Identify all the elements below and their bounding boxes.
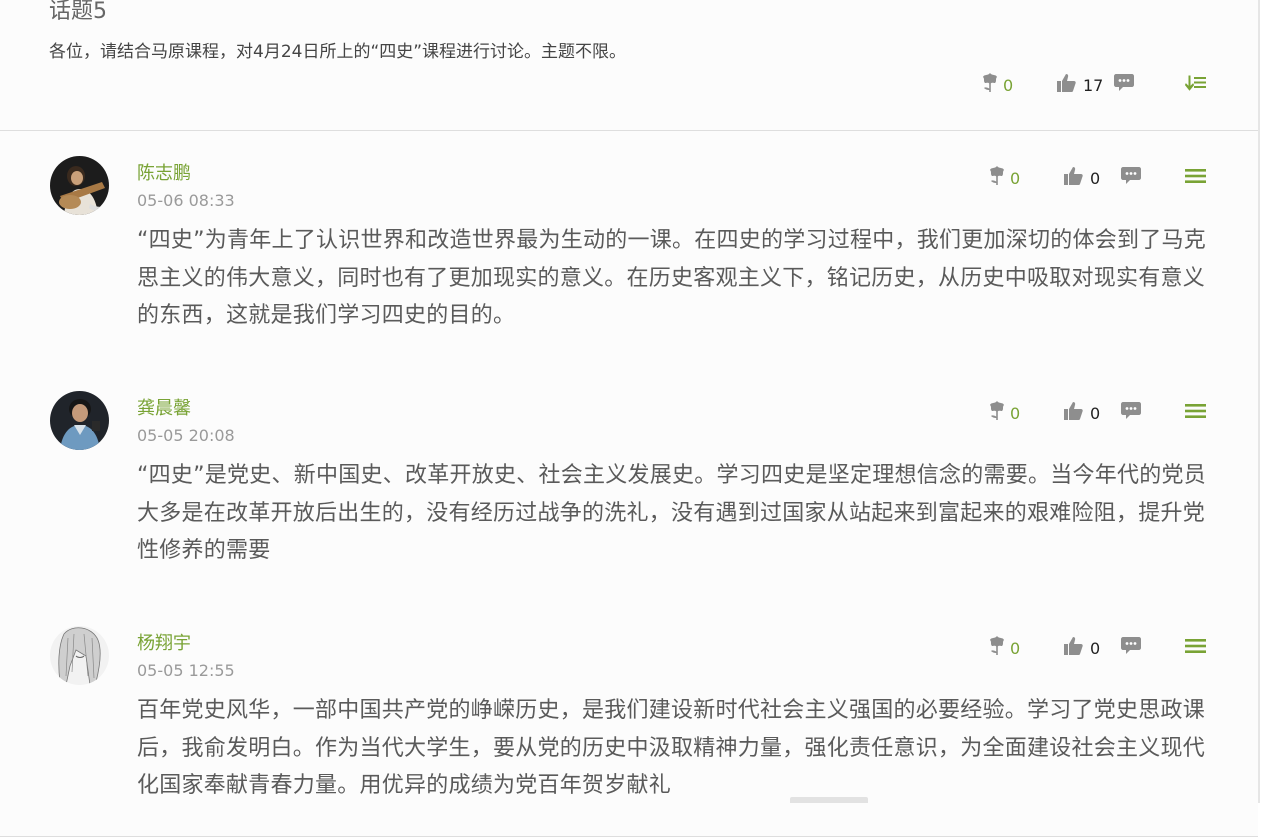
sort-down-icon — [1184, 74, 1207, 96]
thumbs-up-icon — [1056, 73, 1076, 97]
menu-icon — [1185, 168, 1206, 188]
flower-count: 0 — [1010, 638, 1021, 658]
menu-icon — [1185, 403, 1206, 423]
comment-author[interactable]: 杨翔宇 — [137, 631, 191, 657]
comment-item: 龚晨馨 05-05 20:08 0 0 “四史”是党史、新中国史、改革开放史、社… — [0, 366, 1258, 602]
comment-bubble-icon — [1121, 402, 1141, 424]
avatar[interactable] — [50, 156, 109, 215]
comment-item: 陈志鹏 05-06 08:33 0 0 “四史”为青年上了认识世界和改造世界最为… — [0, 131, 1258, 367]
flower-icon — [980, 72, 1000, 98]
topic-title: 话题5 — [49, 0, 107, 24]
comment-bubble-icon — [1114, 74, 1134, 96]
reply-button[interactable] — [1121, 163, 1141, 193]
comment-bubble-icon — [1121, 167, 1141, 189]
flower-button[interactable]: 0 — [987, 163, 1020, 193]
like-count: 0 — [1090, 168, 1101, 188]
comment-actions: 0 0 — [987, 633, 1227, 663]
topic-actions: 0 17 — [980, 70, 1220, 100]
thumbs-up-icon — [1063, 401, 1083, 425]
avatar[interactable] — [50, 391, 109, 450]
flower-count: 0 — [1010, 168, 1021, 188]
comment-actions: 0 0 — [987, 163, 1227, 193]
comment-content: “四史”是党史、新中国史、改革开放史、社会主义发展史。学习四史是坚定理想信念的需… — [137, 463, 1207, 563]
like-button[interactable]: 0 — [1063, 633, 1100, 663]
flower-count: 0 — [1010, 403, 1021, 423]
more-menu-button[interactable] — [1185, 398, 1206, 428]
comment-content: 百年党史风华，一部中国共产党的峥嵘历史，是我们建设新时代社会主义强国的必要经验。… — [137, 698, 1206, 798]
comment-author[interactable]: 陈志鹏 — [137, 161, 191, 187]
like-count: 0 — [1090, 638, 1101, 658]
comment-author[interactable]: 龚晨馨 — [137, 396, 191, 422]
flower-button[interactable]: 0 — [987, 398, 1020, 428]
topic-like-count: 17 — [1083, 75, 1104, 95]
reply-button[interactable] — [1121, 398, 1141, 428]
comment-actions: 0 0 — [987, 398, 1227, 428]
topic-like-button[interactable]: 17 — [1056, 70, 1103, 100]
menu-icon — [1185, 638, 1206, 658]
comment-time: 05-06 08:33 — [137, 191, 235, 210]
more-menu-button[interactable] — [1185, 633, 1206, 663]
topic-flower-button[interactable]: 0 — [980, 70, 1013, 100]
flower-icon — [987, 165, 1007, 191]
flower-button[interactable]: 0 — [987, 633, 1020, 663]
topic-flower-count: 0 — [1003, 75, 1014, 95]
like-button[interactable]: 0 — [1063, 398, 1100, 428]
thumbs-up-icon — [1063, 636, 1083, 660]
scroll-indicator[interactable] — [790, 797, 868, 803]
reply-button[interactable] — [1121, 633, 1141, 663]
topic-description: 各位，请结合马原课程，对4月24日所上的“四史”课程进行讨论。主题不限。 — [49, 42, 627, 62]
flower-icon — [987, 400, 1007, 426]
discussion-page: 话题5 各位，请结合马原课程，对4月24日所上的“四史”课程进行讨论。主题不限。… — [0, 0, 1258, 837]
comment-bubble-icon — [1121, 637, 1141, 659]
sort-button[interactable] — [1184, 70, 1207, 100]
comment-content: “四史”为青年上了认识世界和改造世界最为生动的一课。在四史的学习过程中，我们更加… — [137, 228, 1207, 328]
like-count: 0 — [1090, 403, 1101, 423]
scrollbar-track[interactable] — [1258, 0, 1260, 803]
thumbs-up-icon — [1063, 166, 1083, 190]
topic-header: 话题5 各位，请结合马原课程，对4月24日所上的“四史”课程进行讨论。主题不限。… — [0, 0, 1258, 131]
comment-time: 05-05 20:08 — [137, 426, 235, 445]
more-menu-button[interactable] — [1185, 163, 1206, 193]
comment-item: 杨翔宇 05-05 12:55 0 0 百年党史风华，一部中国共产党的峥嵘历史，… — [0, 601, 1258, 837]
like-button[interactable]: 0 — [1063, 163, 1100, 193]
topic-comment-button[interactable] — [1114, 70, 1134, 100]
flower-icon — [987, 635, 1007, 661]
comment-time: 05-05 12:55 — [137, 661, 235, 680]
avatar[interactable] — [50, 626, 109, 685]
